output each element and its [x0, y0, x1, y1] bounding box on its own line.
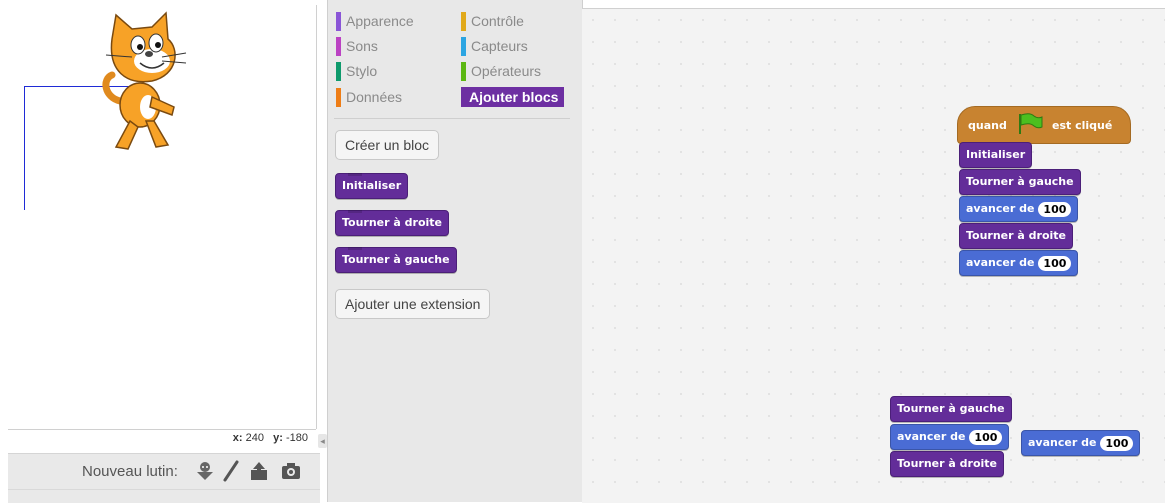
green-flag-icon: [1019, 113, 1043, 134]
collapse-stage-handle[interactable]: ◂: [318, 434, 327, 448]
number-input[interactable]: 100: [1100, 435, 1134, 451]
category-label: Stylo: [346, 63, 378, 79]
category-color-swatch: [336, 62, 341, 81]
block-notch: [348, 210, 362, 213]
category-label: Ajouter blocs: [469, 89, 559, 105]
category-color-swatch: [461, 37, 466, 56]
y-value: -180: [285, 432, 308, 444]
palette-block-tourner-gauche[interactable]: Tourner à gauche: [335, 247, 457, 273]
block-label: avancer de: [966, 256, 1035, 269]
cat-sprite[interactable]: [102, 9, 192, 165]
hat-suffix: est cliqué: [1052, 119, 1113, 132]
x-value: 240: [245, 432, 264, 444]
script-block[interactable]: Tourner à droite: [890, 451, 1004, 477]
category-operateurs[interactable]: Opérateurs: [461, 61, 541, 81]
palette-divider: [334, 118, 570, 119]
block-label: avancer de: [1028, 436, 1097, 449]
block-label: Initialiser: [966, 148, 1026, 161]
block-notch: [348, 247, 362, 250]
y-label: y:: [273, 432, 283, 444]
block-label: avancer de: [897, 430, 966, 443]
category-label: Données: [346, 89, 403, 105]
new-sprite-bar: Nouveau lutin:: [8, 453, 320, 490]
category-color-swatch: [336, 12, 341, 31]
stage[interactable]: [8, 5, 317, 429]
script-block[interactable]: avancer de 100: [959, 196, 1079, 222]
category-capteurs[interactable]: Capteurs: [461, 36, 528, 56]
number-input[interactable]: 100: [1038, 201, 1072, 217]
script-block[interactable]: Tourner à gauche: [890, 396, 1012, 422]
category-label: Opérateurs: [471, 63, 542, 79]
sprite-library-icon[interactable]: [194, 460, 216, 482]
category-label: Contrôle: [471, 13, 524, 29]
make-block-button[interactable]: Créer un bloc: [335, 130, 440, 160]
script-block[interactable]: Tourner à droite: [959, 223, 1073, 249]
pen-trail-vertical: [24, 86, 25, 210]
detached-script-block[interactable]: avancer de 100: [1021, 430, 1141, 456]
block-label: avancer de: [966, 202, 1035, 215]
category-stylo[interactable]: Stylo: [336, 61, 377, 81]
palette-block-tourner-droite[interactable]: Tourner à droite: [335, 210, 449, 236]
block-label: Tourner à gauche: [966, 175, 1074, 188]
block-notch: [348, 173, 362, 176]
number-input[interactable]: 100: [969, 429, 1003, 445]
mouse-coordinates: x: 240 y: -180: [8, 432, 308, 450]
category-label: Sons: [346, 38, 378, 54]
block-label: Tourner à droite: [342, 216, 442, 229]
upload-icon[interactable]: [248, 460, 270, 482]
category-label: Apparence: [346, 13, 414, 29]
block-label: Tourner à droite: [966, 229, 1066, 242]
new-sprite-label: Nouveau lutin:: [82, 463, 178, 480]
block-palette: Apparence Contrôle Sons Capteurs Stylo O…: [327, 0, 583, 502]
sprite-list-area: [8, 489, 320, 503]
category-donnees[interactable]: Données: [336, 87, 402, 107]
x-label: x:: [232, 432, 243, 444]
block-label: Initialiser: [342, 179, 402, 192]
block-label: Tourner à gauche: [342, 253, 450, 266]
palette-block-initialiser[interactable]: Initialiser: [335, 173, 409, 199]
paint-brush-icon[interactable]: [220, 460, 242, 482]
category-label: Capteurs: [471, 38, 528, 54]
block-label: Tourner à droite: [897, 457, 997, 470]
category-ajouter-blocs[interactable]: Ajouter blocs: [461, 87, 565, 107]
script-block[interactable]: avancer de 100: [890, 424, 1010, 450]
block-label: Tourner à gauche: [897, 402, 1005, 415]
script-block[interactable]: Tourner à gauche: [959, 169, 1081, 195]
hat-prefix: quand: [968, 119, 1007, 132]
stage-divider: [8, 429, 316, 430]
add-extension-button[interactable]: Ajouter une extension: [335, 289, 491, 319]
when-flag-clicked-hat-block[interactable]: quand est cliqué: [957, 106, 1131, 144]
category-apparence[interactable]: Apparence: [336, 11, 414, 31]
category-color-swatch: [336, 88, 341, 107]
number-input[interactable]: 100: [1038, 255, 1072, 271]
camera-icon[interactable]: [280, 460, 302, 482]
category-color-swatch: [461, 62, 466, 81]
category-sons[interactable]: Sons: [336, 36, 378, 56]
script-block[interactable]: Initialiser: [959, 142, 1033, 168]
category-color-swatch: [336, 37, 341, 56]
category-color-swatch: [461, 12, 466, 31]
script-block[interactable]: avancer de 100: [959, 250, 1079, 276]
category-controle[interactable]: Contrôle: [461, 11, 524, 31]
